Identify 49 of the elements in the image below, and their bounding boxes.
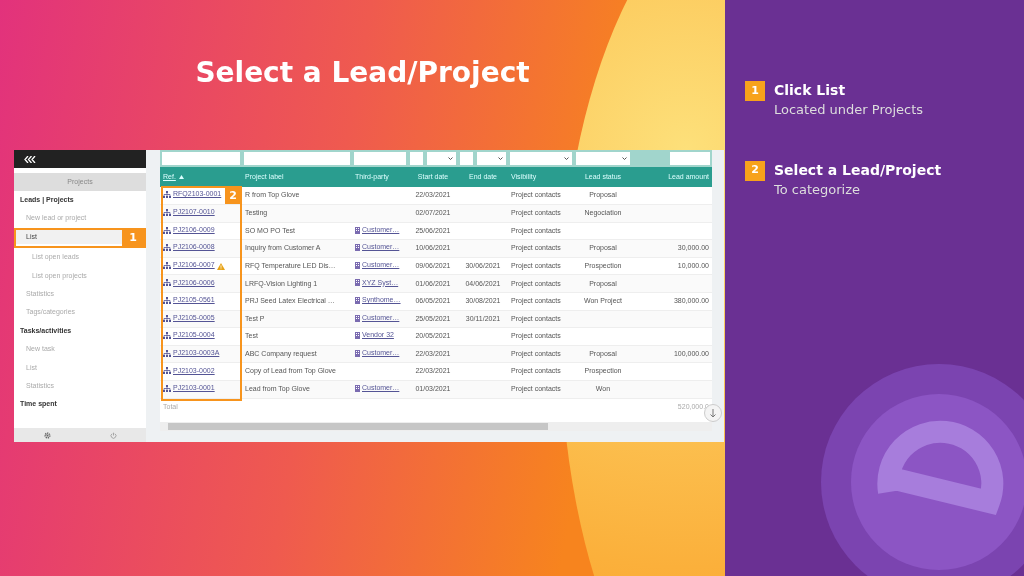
caret-icon bbox=[448, 157, 453, 160]
hierarchy-icon bbox=[163, 349, 171, 357]
horizontal-scrollbar[interactable] bbox=[160, 421, 712, 431]
filter-field[interactable] bbox=[244, 152, 350, 165]
filter-field[interactable] bbox=[410, 152, 423, 165]
step-subtitle: Located under Projects bbox=[774, 101, 924, 119]
hierarchy-icon bbox=[163, 261, 171, 269]
hierarchy-icon bbox=[163, 244, 171, 252]
filter-select[interactable] bbox=[426, 152, 456, 165]
building-icon bbox=[355, 226, 360, 234]
down-arrow-icon bbox=[710, 408, 716, 418]
hierarchy-icon bbox=[163, 191, 171, 199]
caret-icon bbox=[564, 157, 569, 160]
collapse-icon[interactable] bbox=[24, 155, 36, 163]
hierarchy-icon bbox=[163, 367, 171, 375]
filter-field[interactable] bbox=[354, 152, 406, 165]
caret-icon bbox=[622, 157, 627, 160]
step-title: Click List bbox=[774, 81, 847, 100]
power-icon[interactable] bbox=[109, 431, 117, 439]
filter-field[interactable] bbox=[460, 152, 473, 165]
callout-number: 2 bbox=[225, 188, 241, 204]
building-icon bbox=[355, 297, 360, 304]
hierarchy-icon bbox=[163, 297, 171, 304]
building-icon bbox=[355, 279, 360, 287]
caret-icon bbox=[498, 157, 503, 160]
building-icon bbox=[355, 349, 360, 357]
hierarchy-icon bbox=[163, 332, 171, 340]
settings-icon[interactable] bbox=[43, 431, 51, 439]
building-icon bbox=[355, 384, 360, 392]
filter-field[interactable] bbox=[162, 152, 240, 165]
slide-title: Select a Lead/Project bbox=[195, 56, 530, 90]
hierarchy-icon bbox=[163, 384, 171, 392]
building-icon bbox=[355, 261, 360, 269]
step-number: 2 bbox=[745, 160, 765, 181]
hierarchy-icon bbox=[163, 314, 171, 322]
building-icon bbox=[355, 244, 360, 252]
filter-field[interactable] bbox=[670, 152, 710, 165]
step-number: 1 bbox=[745, 81, 765, 101]
callout-number: 1 bbox=[122, 229, 144, 247]
hierarchy-icon bbox=[163, 209, 171, 216]
hierarchy-icon bbox=[163, 226, 171, 234]
filter-select[interactable] bbox=[510, 152, 572, 165]
step-title: Select a Lead/Project bbox=[774, 160, 942, 180]
step-subtitle: To categorize bbox=[774, 180, 861, 199]
filter-select[interactable] bbox=[576, 152, 630, 165]
filter-select[interactable] bbox=[476, 152, 506, 165]
building-icon bbox=[355, 332, 360, 340]
hierarchy-icon bbox=[163, 279, 171, 287]
building-icon bbox=[355, 314, 360, 322]
